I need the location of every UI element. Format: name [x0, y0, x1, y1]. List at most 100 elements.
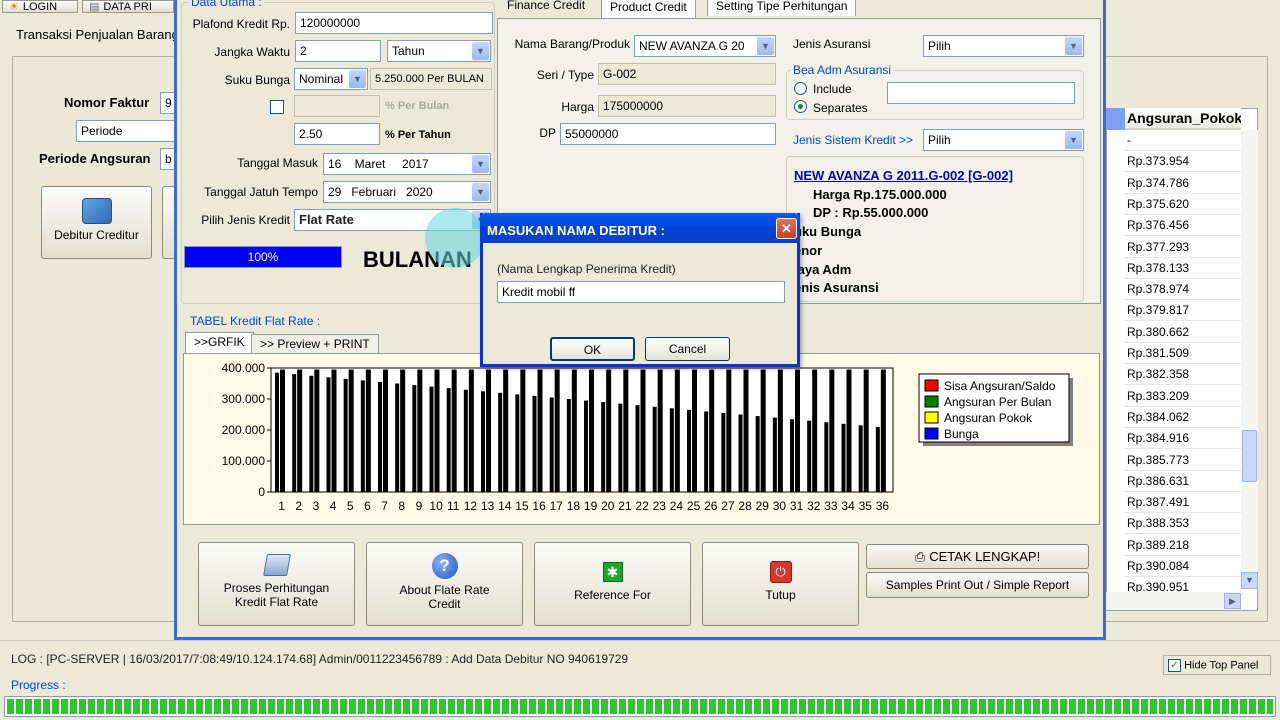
table-row[interactable]: - [1125, 130, 1241, 151]
y-tick-label: 100.000 [222, 454, 266, 468]
bar-angsuran-per-bulan [297, 369, 303, 492]
table-row[interactable]: Rp.377.293 [1125, 236, 1241, 258]
jenis-sistem-label: Jenis Sistem Kredit >> [793, 133, 914, 147]
summary-suku: uku Bunga [794, 224, 862, 239]
table-row[interactable]: Rp.374.786 [1125, 172, 1241, 194]
summary-dp: DP : Rp.55.000.000 [813, 205, 929, 220]
bar-angsuran-per-bulan [829, 369, 835, 492]
x-tick-label: 13 [481, 499, 495, 513]
table-row[interactable]: Rp.387.491 [1125, 492, 1241, 514]
tgl-masuk-value: 16 Maret 2017 [328, 157, 429, 171]
scroll-thumb[interactable] [1242, 430, 1257, 482]
x-tick-label: 15 [515, 499, 529, 513]
table-row[interactable]: Rp.389.218 [1125, 534, 1241, 556]
table-row[interactable]: Rp.373.954 [1125, 151, 1241, 173]
dp-input[interactable]: 55000000 [560, 123, 776, 145]
suku-type-select[interactable]: Nominal ▼ [294, 68, 368, 90]
table-row[interactable]: Rp.378.133 [1125, 257, 1241, 279]
table-row[interactable]: Rp.384.916 [1125, 428, 1241, 450]
bar-angsuran-per-bulan [383, 369, 388, 492]
table-row[interactable]: Rp.390.084 [1125, 556, 1241, 577]
x-tick-label: 27 [721, 499, 735, 513]
grid-hscrollbar[interactable]: ▶ [1106, 592, 1241, 610]
tgl-jatuh-select[interactable]: 29 Februari 2020 ▼ [323, 181, 491, 203]
samples-print-button[interactable]: Samples Print Out / Simple Report [866, 572, 1089, 598]
hide-top-checkbox[interactable]: ✓ [1168, 659, 1181, 672]
jenis-asuransi-select[interactable]: Pilih ▼ [923, 35, 1084, 57]
table-row[interactable]: Rp.384.062 [1125, 406, 1241, 428]
debitur-creditur-button[interactable]: Debitur Creditur [41, 186, 152, 259]
login-label: LOGIN [22, 0, 58, 13]
bea-adm-input[interactable] [887, 82, 1075, 104]
chevron-down-icon: ▼ [349, 70, 366, 88]
tab-product-label: Product Credit [610, 0, 687, 14]
table-row[interactable]: Rp.382.358 [1125, 364, 1241, 386]
proses-perhitungan-button[interactable]: Proses Perhitungan Kredit Flat Rate [198, 542, 355, 626]
tab-grafik[interactable]: >>GRFIK [185, 332, 254, 354]
data-print-button[interactable]: ▤ DATA PRI [82, 0, 174, 13]
x-tick-label: 8 [398, 499, 405, 513]
bar-angsuran-per-bulan [314, 369, 320, 492]
close-icon[interactable]: ✕ [776, 218, 797, 239]
table-row[interactable]: Rp.378.974 [1125, 279, 1241, 301]
grid-header[interactable]: Angsuran_Pokok [1125, 108, 1241, 130]
x-tick-label: 2 [295, 499, 302, 513]
jangka-label: Jangka Waktu [214, 45, 290, 59]
legend-swatch [924, 395, 939, 408]
cetak-lengkap-button[interactable]: ⎙ CETAK LENGKAP! [866, 544, 1089, 569]
table-row[interactable]: Rp.375.620 [1125, 193, 1241, 215]
cetak-label: CETAK LENGKAP! [929, 549, 1041, 564]
hide-top-panel-toggle[interactable]: ✓ Hide Top Panel [1163, 655, 1271, 675]
tabel-title: TABEL Kredit Flat Rate : [190, 314, 321, 328]
ok-button[interactable]: OK [550, 337, 635, 361]
summary-harga: Harga Rp.175.000.000 [813, 187, 947, 202]
jenis-sistem-select[interactable]: Pilih ▼ [923, 129, 1084, 151]
table-row[interactable]: Rp.383.209 [1125, 385, 1241, 407]
legend-label: Angsuran Pokok [944, 411, 1033, 425]
x-tick-label: 33 [824, 499, 838, 513]
tab-finance-credit[interactable]: Finance Credit [499, 0, 593, 16]
plafond-input[interactable]: 120000000 [295, 12, 493, 34]
suku-label: Suku Bunga [224, 73, 290, 87]
periode-input[interactable]: Periode [76, 120, 176, 142]
grid-header-label: Angsuran_Pokok [1127, 110, 1241, 126]
jangka-input[interactable]: 2 [295, 40, 381, 62]
tab-product-credit[interactable]: Product Credit [601, 0, 696, 19]
bar-angsuran-per-bulan [520, 369, 526, 492]
grid-vscrollbar[interactable]: ▼ [1241, 130, 1258, 589]
bar-angsuran-per-bulan [554, 369, 560, 492]
table-row[interactable]: Rp.380.662 [1125, 321, 1241, 343]
summary-link[interactable]: NEW AVANZA G 2011.G-002 [G-002] [794, 168, 1013, 183]
samples-label: Samples Print Out / Simple Report [885, 578, 1070, 592]
include-radio[interactable] [794, 82, 807, 95]
chevron-down-icon: ▼ [1065, 37, 1082, 55]
cancel-button[interactable]: Cancel [645, 337, 730, 361]
rate-input[interactable]: 2.50 [294, 123, 380, 145]
table-row[interactable]: Rp.385.773 [1125, 449, 1241, 471]
tutup-button[interactable]: ⏻ Tutup [702, 542, 859, 626]
nama-produk-select[interactable]: NEW AVANZA G 20 ▼ [634, 35, 776, 57]
about-flat-rate-button[interactable]: ? About Flate Rate Credit [366, 542, 523, 626]
seri-field: G-002 [598, 63, 776, 85]
tab-setting-tipe[interactable]: Setting Tipe Perhitungan [707, 0, 857, 16]
tgl-masuk-select[interactable]: 16 Maret 2017 ▼ [323, 153, 491, 175]
separates-radio[interactable] [794, 100, 807, 113]
jangka-unit-select[interactable]: Tahun ▼ [387, 40, 491, 62]
table-row[interactable]: Rp.386.631 [1125, 470, 1241, 492]
login-button[interactable]: ☀ LOGIN [2, 0, 78, 13]
card-icon [81, 198, 112, 224]
scroll-down-arrow[interactable]: ▼ [1241, 572, 1258, 589]
tab-preview[interactable]: >> Preview + PRINT [251, 334, 379, 354]
table-row[interactable]: Rp.379.817 [1125, 300, 1241, 322]
scroll-right-arrow[interactable]: ▶ [1224, 593, 1241, 609]
tgl-jatuh-label: Tanggal Jatuh Tempo [204, 185, 318, 199]
x-tick-label: 10 [429, 499, 443, 513]
per-bulan-checkbox[interactable] [270, 100, 284, 114]
reference-button[interactable]: ✱ Reference For [534, 542, 691, 626]
nama-debitur-dialog: MASUKAN NAMA DEBITUR : ✕ (Nama Lengkap P… [480, 213, 800, 367]
table-row[interactable]: Rp.381.509 [1125, 343, 1241, 364]
x-tick-label: 17 [550, 499, 564, 513]
table-row[interactable]: Rp.388.353 [1125, 513, 1241, 535]
debitur-name-input[interactable]: Kredit mobil ff [497, 281, 785, 303]
table-row[interactable]: Rp.376.456 [1125, 215, 1241, 237]
